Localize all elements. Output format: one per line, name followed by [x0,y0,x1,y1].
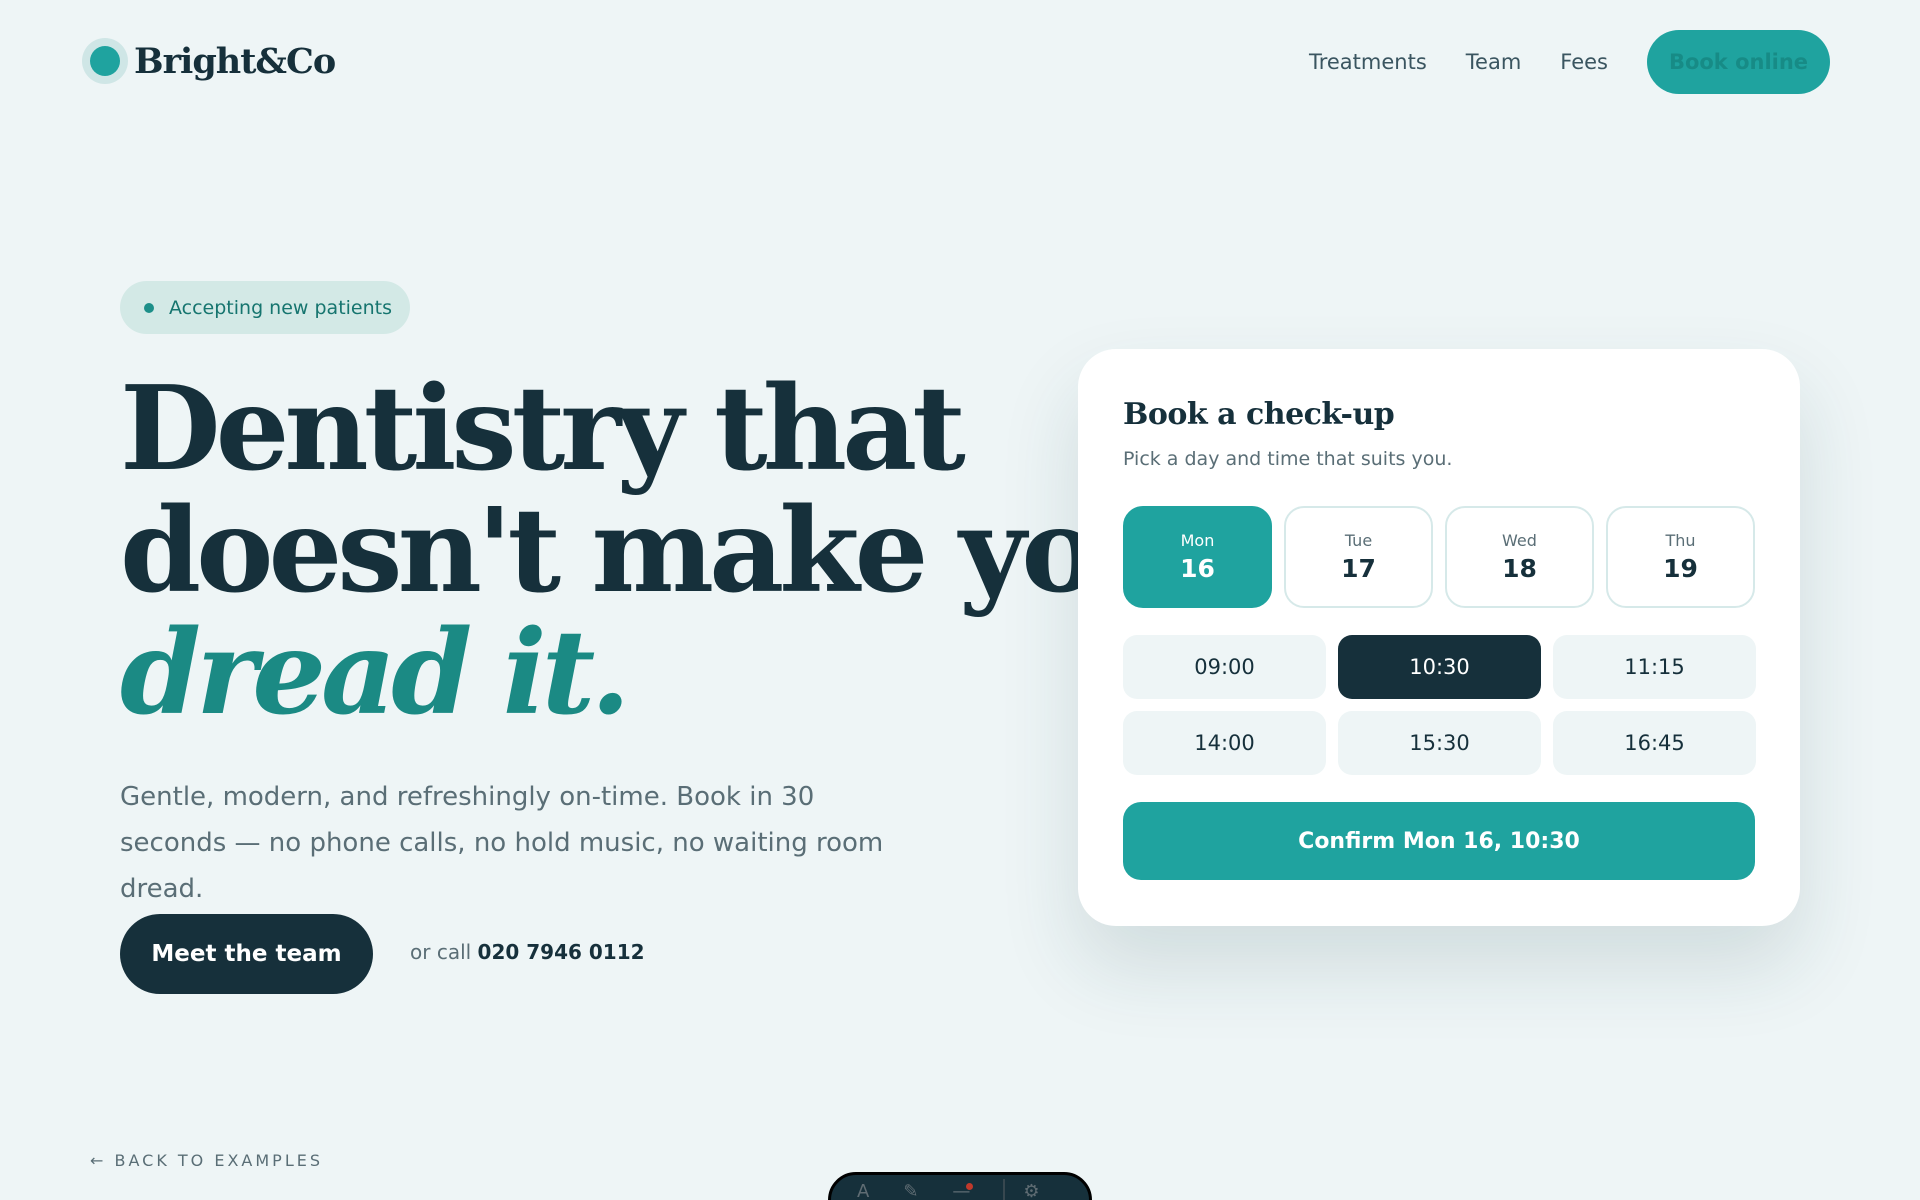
headline-line-2: doesn't make you [120,483,1178,619]
hero-lede: Gentle, modern, and refreshingly on-time… [120,782,884,904]
time-slot-0900[interactable]: 09:00 [1123,635,1326,699]
text-tool-icon[interactable]: A [857,1183,869,1200]
top-nav: Bright&Co Treatments Team Fees Book onli… [0,0,1920,124]
phone-link[interactable]: 020 7946 0112 [478,940,645,964]
headline-accent: dread it. [120,605,631,741]
time-slot-1645[interactable]: 16:45 [1553,711,1756,775]
day-number: 17 [1341,554,1376,583]
day-name: Wed [1502,531,1537,550]
status-badge-label: Accepting new patients [169,296,392,319]
time-slot-1400[interactable]: 14:00 [1123,711,1326,775]
day-name: Tue [1344,531,1373,550]
nav-links: Treatments Team Fees Book online [1309,30,1920,94]
back-to-examples-link[interactable]: ← BACK TO EXAMPLES [90,1151,323,1170]
toolbar-divider [1003,1179,1006,1200]
day-option-mon[interactable]: Mon 16 [1123,506,1272,608]
day-name: Thu [1665,531,1696,550]
day-number: 19 [1663,554,1698,583]
arrow-left-icon: ← [90,1151,107,1170]
brand-logo[interactable]: Bright&Co [82,38,336,84]
time-slot-1115[interactable]: 11:15 [1553,635,1756,699]
status-badge: Accepting new patients [120,281,410,334]
status-dot-icon [144,302,154,313]
call-text: or call 020 7946 0112 [410,940,645,964]
meet-the-team-button[interactable]: Meet the team [120,914,373,994]
confirm-booking-button[interactable]: Confirm Mon 16, 10:30 [1123,802,1755,880]
pointer-tool-icon[interactable]: ✎ [903,1183,918,1200]
nav-link-team[interactable]: Team [1466,50,1522,74]
booking-card: Book a check-up Pick a day and time that… [1078,349,1800,926]
call-prefix: or call [410,940,472,964]
day-number: 16 [1180,554,1215,583]
book-online-button[interactable]: Book online [1647,30,1830,94]
bottom-toolbar: A ✎ — ⚙ [828,1172,1092,1200]
day-option-thu[interactable]: Thu 19 [1606,506,1755,608]
booking-title: Book a check-up [1123,397,1395,432]
day-picker: Mon 16 Tue 17 Wed 18 Thu 19 [1123,506,1755,608]
time-slot-1030[interactable]: 10:30 [1338,635,1541,699]
nav-link-fees[interactable]: Fees [1560,50,1608,74]
time-picker: 09:00 10:30 11:15 14:00 15:30 16:45 [1123,635,1756,775]
logo-mark-icon [82,38,128,84]
settings-gear-icon[interactable]: ⚙ [1023,1183,1039,1200]
day-option-tue[interactable]: Tue 17 [1284,506,1433,608]
hero-headline: Dentistry that doesn't make you dread it… [120,368,1178,734]
back-label: BACK TO EXAMPLES [114,1151,323,1170]
nav-link-treatments[interactable]: Treatments [1309,50,1427,74]
headline-line-1: Dentistry that [120,361,966,497]
booking-subtitle: Pick a day and time that suits you. [1123,448,1453,470]
day-number: 18 [1502,554,1537,583]
time-slot-1530[interactable]: 15:30 [1338,711,1541,775]
notification-dot-icon [966,1183,974,1190]
brand-name: Bright&Co [134,40,336,82]
day-option-wed[interactable]: Wed 18 [1445,506,1594,608]
day-name: Mon [1180,531,1215,550]
